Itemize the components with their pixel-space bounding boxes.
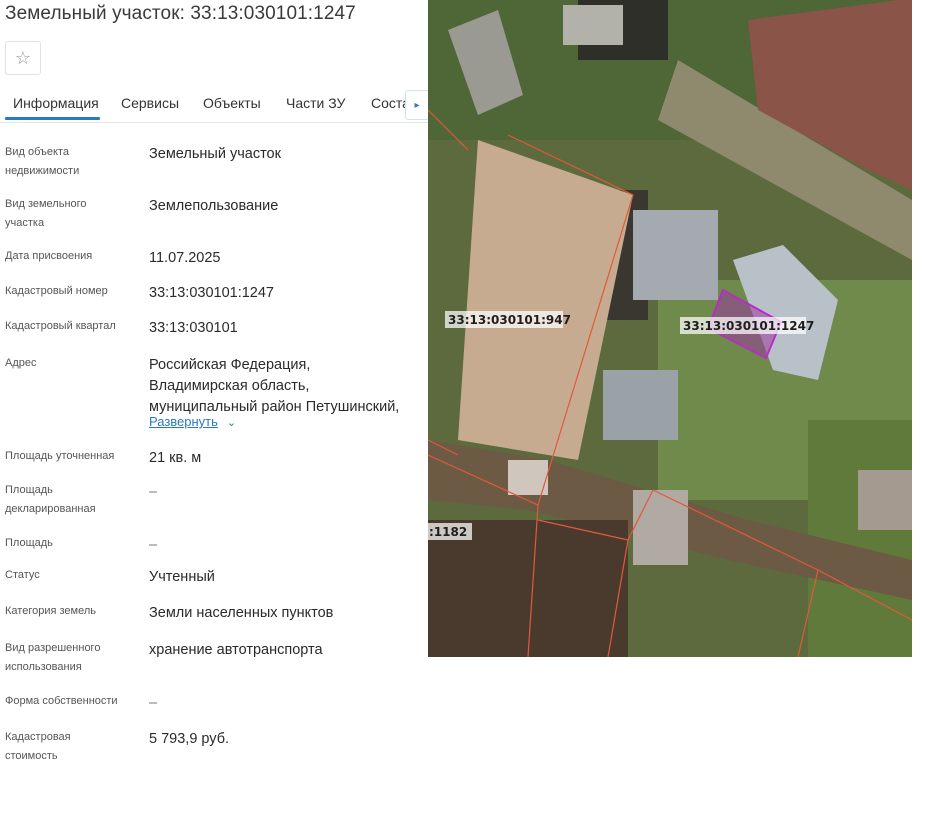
field-label: Кадастровый квартал [5,320,116,332]
tab-bar: Информация Сервисы Объекты Части ЗУ Сост… [0,84,428,123]
field-label: Кадастровая стоимость [5,731,71,762]
field-value: – [149,484,158,500]
map-building [508,460,548,495]
field-label: Адрес [5,357,37,369]
tab-services[interactable]: Сервисы [121,95,179,111]
tab-information[interactable]: Информация [13,95,99,111]
field-label: Площадь [5,537,53,549]
field-value: – [149,695,158,711]
parcel-label-947[interactable]: 33:13:030101:947 [448,313,571,327]
parcel-label-1182[interactable]: :1182 [429,525,467,539]
map-building [633,210,718,300]
satellite-map[interactable]: 33:13:030101:947 33:13:030101:1247 :1182 [428,0,912,657]
address-line: Владимирская область, [149,378,310,394]
field-value: 5 793,9 руб. [149,731,230,747]
map-building [858,470,912,530]
address-line: Российская Федерация, [149,357,311,373]
expand-label: Развернуть [149,414,218,429]
field-label: Форма собственности [5,695,118,707]
chevron-down-icon: ⌄ [226,417,237,429]
field-value: Учтенный [149,569,215,585]
field-label: Вид объекта недвижимости [5,146,80,177]
field-value: Земли населенных пунктов [149,605,334,621]
chevron-right-icon: ▸ [414,99,420,111]
active-tab-indicator [5,117,100,120]
tab-parcel-parts[interactable]: Части ЗУ [286,95,345,111]
map-building [633,490,688,565]
field-label: Кадастровый номер [5,285,108,297]
field-label: Площадь уточненная [5,450,115,462]
field-label: Дата присвоения [5,250,93,262]
star-icon: ☆ [14,47,32,68]
field-label: Площадь декларированная [5,484,96,515]
field-value: 21 кв. м [149,450,202,466]
map-building [563,5,623,45]
field-value: 11.07.2025 [149,250,221,266]
map-canvas[interactable]: 33:13:030101:947 33:13:030101:1247 :1182 [428,0,912,657]
expand-address-link[interactable]: Развернуть ⌄ [149,414,236,429]
field-value: 33:13:030101:1247 [149,285,274,301]
field-value: – [149,537,158,553]
info-panel: Земельный участок: 33:13:030101:1247 ☆ И… [0,0,429,839]
page-title: Земельный участок: 33:13:030101:1247 [5,3,356,24]
map-ground [428,520,628,657]
field-label: Категория земель [5,605,96,617]
field-label: Вид земельного участка [5,198,87,229]
parcel-label-1247[interactable]: 33:13:030101:1247 [683,319,814,333]
field-value: хранение автотранспорта [149,642,323,658]
field-label: Вид разрешенного использования [5,642,101,673]
favorite-button[interactable]: ☆ [5,41,41,75]
field-label: Статус [5,569,40,581]
tabs-scroll-right-button[interactable]: ▸ [405,90,429,120]
map-building [603,370,678,440]
field-value: Земельный участок [149,146,281,162]
tab-objects[interactable]: Объекты [203,95,261,111]
field-value: 33:13:030101 [149,320,238,336]
field-value: Землепользование [149,198,279,214]
